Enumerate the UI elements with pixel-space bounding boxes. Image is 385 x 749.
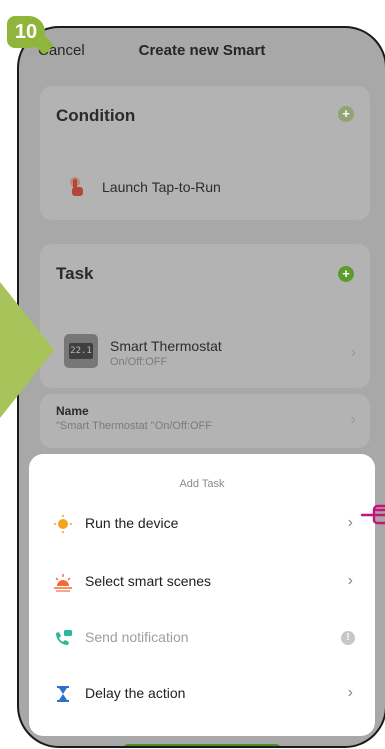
- green-arrow-pointer: [0, 282, 54, 418]
- chevron-right-icon: ›: [350, 411, 356, 428]
- add-task-icon[interactable]: +: [338, 266, 354, 282]
- send-notification-label: Send notification: [85, 629, 189, 645]
- add-task-sheet: Add Task Run the device › Select smart s…: [29, 454, 375, 736]
- chevron-right-icon: ›: [350, 344, 356, 361]
- thermostat-icon: 22.1: [64, 334, 98, 368]
- step-number-badge: 10: [7, 16, 45, 48]
- hourglass-icon: [57, 686, 69, 702]
- device-name[interactable]: Smart Thermostat: [110, 338, 222, 354]
- select-smart-scenes-label: Select smart scenes: [85, 573, 212, 589]
- run-the-device-label: Run the device: [85, 515, 179, 531]
- pointing-hand-icon: [360, 504, 385, 525]
- phone-frame: Cancel Create new Smart Condition + Laun…: [17, 26, 385, 748]
- send-notification-item[interactable]: Send notification !: [29, 618, 375, 658]
- delay-the-action-label: Delay the action: [85, 685, 186, 701]
- delay-the-action-item[interactable]: Delay the action ›: [29, 674, 375, 714]
- chevron-right-icon: ›: [347, 572, 353, 589]
- thermostat-display: 22.1: [69, 343, 93, 359]
- name-card[interactable]: Name "Smart Thermostat "On/Off:OFF ›: [40, 394, 370, 448]
- condition-card: Condition + Launch Tap-to-Run: [40, 86, 370, 220]
- run-the-device-item[interactable]: Run the device ›: [29, 504, 375, 544]
- screen: Cancel Create new Smart Condition + Laun…: [19, 28, 385, 746]
- device-status: On/Off:OFF: [110, 356, 168, 368]
- task-card: Task + 22.1 Smart Thermostat On/Off:OFF …: [40, 244, 370, 388]
- launch-tap-to-run-label[interactable]: Launch Tap-to-Run: [102, 179, 221, 195]
- page-title: Create new Smart: [138, 42, 266, 59]
- add-condition-icon[interactable]: +: [338, 106, 354, 122]
- sheet-title: Add Task: [179, 478, 225, 490]
- phone-message-icon: [56, 630, 72, 645]
- name-label: Name: [56, 404, 89, 418]
- chevron-right-icon: ›: [347, 684, 353, 701]
- condition-title: Condition: [56, 106, 136, 125]
- sunset-icon: [54, 574, 72, 592]
- sun-icon: [54, 515, 72, 533]
- info-icon: !: [341, 631, 355, 645]
- save-button-strip[interactable]: [123, 744, 281, 746]
- name-value: "Smart Thermostat "On/Off:OFF: [56, 420, 212, 432]
- tap-hand-icon: [70, 177, 83, 196]
- select-smart-scenes-item[interactable]: Select smart scenes ›: [29, 562, 375, 602]
- chevron-right-icon: ›: [347, 514, 353, 531]
- task-title: Task: [56, 264, 94, 283]
- top-bar: Cancel Create new Smart: [19, 40, 385, 66]
